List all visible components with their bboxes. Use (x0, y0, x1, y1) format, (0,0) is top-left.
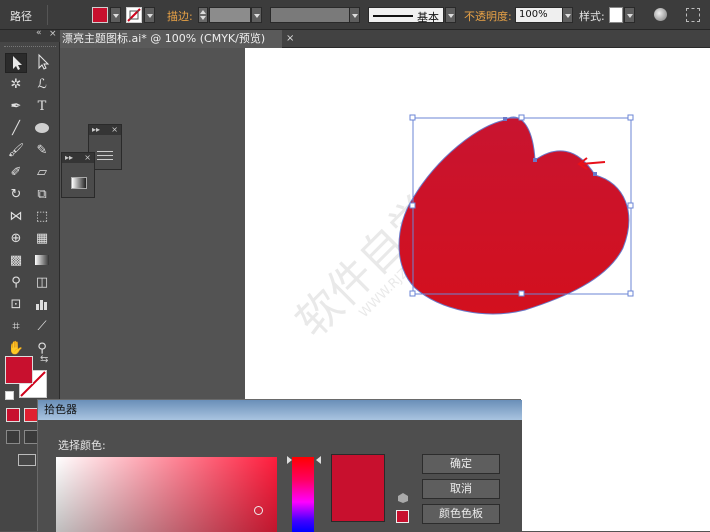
tools-panel-header[interactable]: « × (0, 28, 60, 42)
stroke-dropdown-arrow[interactable] (144, 7, 155, 23)
symbol-sprayer-tool-icon[interactable]: ⊡ (5, 295, 27, 315)
shape-builder-tool-icon[interactable]: ⊕ (5, 229, 27, 249)
stroke-weight-stepper[interactable] (198, 7, 208, 23)
current-color-preview (331, 454, 385, 522)
object-type-label: 路径 (10, 10, 32, 23)
draw-normal-icon[interactable] (6, 430, 20, 444)
close-icon[interactable]: × (49, 29, 57, 39)
select-color-label: 选择颜色: (58, 439, 106, 452)
dialog-body: 选择颜色: 确定 取消 颜色色板 (38, 420, 522, 532)
graphic-style-dropdown[interactable] (624, 7, 635, 23)
artboard-tool-icon[interactable]: ⌗ (5, 317, 27, 337)
red-tulip-shape[interactable] (398, 116, 630, 315)
artwork-canvas: 软件自学网 WWW.RJZXW.COM (287, 114, 634, 347)
width-tool-icon[interactable]: ⋈ (5, 207, 27, 227)
hue-slider-left-arrow[interactable] (287, 456, 292, 464)
variable-width-dropdown[interactable] (349, 7, 360, 23)
eyedropper-tool-icon[interactable]: ⚲ (5, 273, 27, 293)
variable-width-field[interactable] (270, 7, 350, 23)
stroke-style-value: 基本 (417, 11, 439, 24)
ellipse-tool-icon[interactable] (31, 119, 53, 139)
opacity-label[interactable]: 不透明度: (464, 8, 512, 24)
hue-slider[interactable] (292, 457, 314, 532)
stroke-none-swatch[interactable] (126, 7, 142, 23)
fill-color-box[interactable] (5, 356, 33, 384)
align-icon[interactable] (686, 8, 700, 22)
ok-button[interactable]: 确定 (422, 454, 500, 474)
paintbrush-tool-icon[interactable]: 🖌 (5, 141, 27, 161)
close-tab-icon[interactable]: × (286, 33, 294, 44)
document-tab[interactable]: 漂亮主题图标.ai* @ 100% (CMYK/预览) (60, 30, 282, 48)
opacity-field[interactable]: 100% (515, 7, 563, 23)
collapse-icon[interactable]: « (36, 28, 42, 38)
cancel-button[interactable]: 取消 (422, 479, 500, 499)
gradient-mode-icon[interactable] (24, 408, 38, 422)
fill-color-swatch[interactable] (92, 7, 108, 23)
magic-wand-tool-icon[interactable]: ✲ (5, 75, 27, 95)
direct-selection-tool-icon[interactable] (31, 53, 53, 73)
color-field[interactable] (56, 457, 277, 532)
lasso-tool-icon[interactable]: ℒ (31, 75, 53, 95)
draw-behind-icon[interactable] (24, 430, 38, 444)
color-picker-dialog: 拾色器 选择颜色: 确定 取消 颜色色板 (37, 399, 522, 532)
screen-mode-icon[interactable] (18, 454, 36, 466)
gamut-color-swatch[interactable] (396, 510, 409, 523)
blend-tool-icon[interactable]: ◫ (31, 273, 53, 293)
brush-definition-field[interactable]: 基本 (368, 7, 444, 24)
gradient-tool-icon[interactable] (31, 251, 53, 271)
pen-tool-icon[interactable]: ✒ (5, 97, 27, 117)
gradient-mini-panel: ▸▸ × (61, 152, 95, 198)
color-swatches-button[interactable]: 颜色色板 (422, 504, 500, 524)
line-tool-icon[interactable]: ╱ (5, 119, 27, 139)
eraser-tool-icon[interactable]: ▱ (31, 163, 53, 183)
style-label: 样式: (579, 10, 605, 23)
stroke-weight-dropdown[interactable] (251, 7, 262, 23)
swap-fill-stroke-icon[interactable]: ⇆ (40, 354, 48, 365)
divider (47, 5, 48, 25)
fill-dropdown-arrow[interactable] (110, 7, 121, 23)
stroke-weight-field[interactable] (209, 7, 251, 23)
no-stroke-icon (127, 8, 141, 22)
selection-tool-icon[interactable] (5, 53, 27, 73)
opacity-dropdown[interactable] (562, 7, 573, 23)
mini-panel-header[interactable]: ▸▸ × (89, 125, 121, 135)
stepper-arrows-icon (200, 10, 206, 20)
type-tool-icon[interactable]: T (31, 97, 53, 117)
slice-tool-icon[interactable]: ⟋ (31, 317, 53, 337)
perspective-grid-tool-icon[interactable]: ▦ (31, 229, 53, 249)
stroke-line-preview (373, 15, 413, 17)
stroke-panel-icon[interactable] (97, 151, 113, 152)
mini-panel-header[interactable]: ▸▸ × (62, 153, 94, 163)
stroke-label[interactable]: 描边: (167, 8, 193, 24)
blob-brush-tool-icon[interactable]: ✐ (5, 163, 27, 183)
brush-dropdown[interactable] (445, 7, 456, 23)
gripper (4, 46, 56, 48)
out-of-gamut-icon[interactable] (398, 493, 408, 503)
gradient-panel-icon[interactable] (71, 177, 87, 189)
free-transform-tool-icon[interactable]: ⬚ (31, 207, 53, 227)
color-field-cursor[interactable] (254, 506, 263, 515)
hue-slider-right-arrow[interactable] (316, 456, 321, 464)
rotate-tool-icon[interactable]: ↻ (5, 185, 27, 205)
recolor-artwork-icon[interactable] (654, 8, 667, 21)
dialog-title-bar[interactable]: 拾色器 (38, 400, 522, 420)
pencil-tool-icon[interactable]: ✎ (31, 141, 53, 161)
default-colors-icon[interactable] (5, 391, 14, 400)
column-graph-tool-icon[interactable] (31, 295, 53, 315)
control-bar: 路径 描边: 基本 不透明度: 100% 样式: (0, 0, 710, 30)
graphic-style-swatch[interactable] (609, 7, 623, 23)
color-mode-icon[interactable] (6, 408, 20, 422)
scale-tool-icon[interactable]: ⧉ (31, 185, 53, 205)
mesh-tool-icon[interactable]: ▩ (5, 251, 27, 271)
document-tab-bar: 漂亮主题图标.ai* @ 100% (CMYK/预览) × (60, 30, 710, 48)
